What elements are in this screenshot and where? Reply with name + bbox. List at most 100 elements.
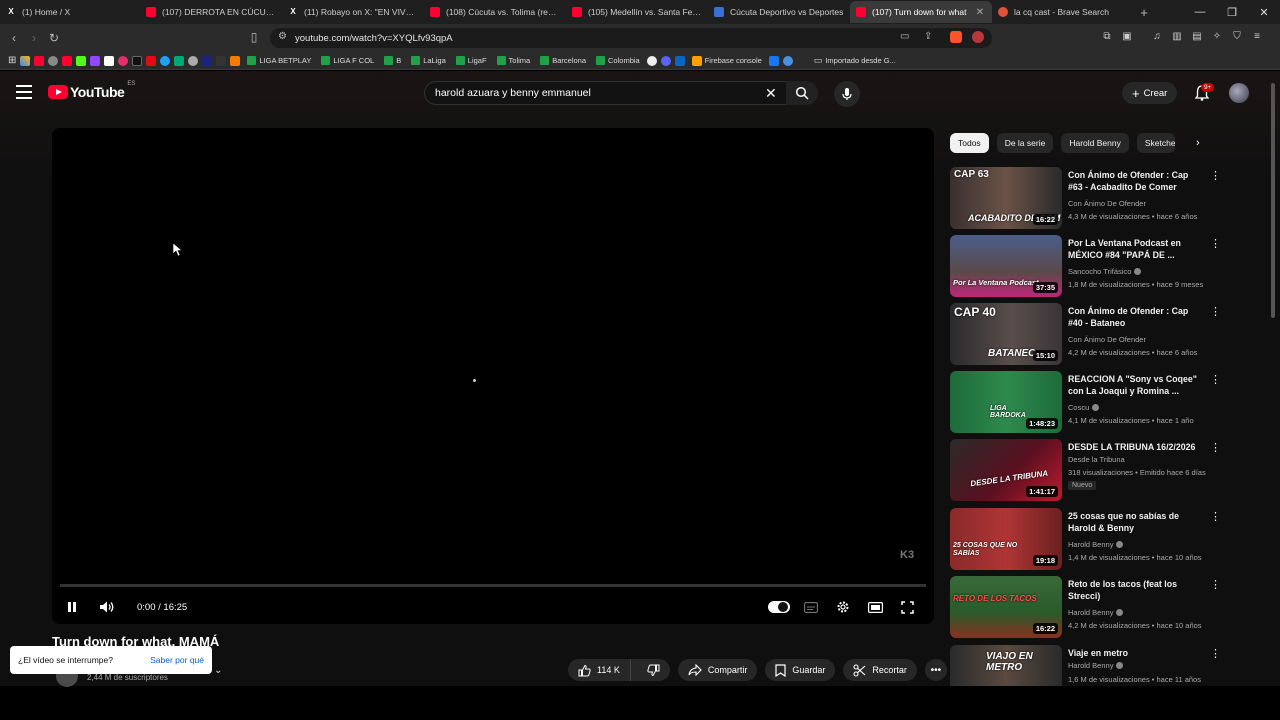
list-item[interactable]: DESDE LA TRIBUNA 1:41:17 DESDE LA TRIBUN…: [950, 439, 1262, 501]
channel-name[interactable]: Sancocho Trifásico: [1068, 267, 1142, 276]
autoplay-toggle[interactable]: [768, 601, 790, 613]
vpn-icon[interactable]: ⛉: [1230, 28, 1244, 46]
bookmark-firebase[interactable]: Firebase console: [689, 55, 765, 66]
bookmark-b[interactable]: B: [381, 56, 404, 65]
bookmark-tolima[interactable]: Tolima: [494, 56, 534, 65]
video-thumbnail[interactable]: RETO DE LOS TACOS 16:22: [950, 576, 1062, 638]
wallet-icon[interactable]: ▤: [1190, 28, 1204, 46]
bookmark-colombia[interactable]: Colombia: [593, 56, 643, 65]
bookmark-favicon-icon[interactable]: [174, 55, 185, 66]
bookmark-favicon-icon[interactable]: [230, 55, 241, 66]
settings-button[interactable]: [834, 598, 852, 616]
bookmark-favicon-icon[interactable]: [76, 55, 87, 66]
video-thumbnail[interactable]: LIGA BARDOKA 1:48:23: [950, 371, 1062, 433]
page-scrollbar[interactable]: [1270, 83, 1276, 667]
discord-icon[interactable]: [660, 55, 671, 66]
facebook-icon[interactable]: [768, 55, 779, 66]
video-title[interactable]: Con Ánimo de Ofender : Cap #63 - Acabadi…: [1068, 169, 1204, 193]
bookmark-ligaf[interactable]: LigaF: [453, 56, 490, 65]
video-player[interactable]: K3 0:00 / 16:25: [52, 128, 934, 624]
channel-name[interactable]: Harold Benny: [1068, 661, 1124, 670]
share-button[interactable]: Compartir: [677, 659, 758, 681]
video-title[interactable]: 25 cosas que no sabías de Harold & Benny: [1068, 510, 1204, 534]
clip-button[interactable]: Recortar: [843, 659, 917, 681]
tab-turn-down-for-what[interactable]: (107) Turn down for what ✕: [850, 1, 992, 23]
subtitles-button[interactable]: [802, 598, 820, 616]
list-item[interactable]: Por La Ventana Podcast 37:35 Por La Vent…: [950, 235, 1262, 297]
create-button[interactable]: + Crear: [1122, 82, 1178, 104]
bookmark-favicon-icon[interactable]: [216, 55, 227, 66]
video-thumbnail[interactable]: VIAJO EN METRO: [950, 645, 1062, 686]
account-avatar[interactable]: [1229, 83, 1249, 103]
channel-watermark[interactable]: K3: [900, 549, 914, 561]
more-vertical-icon[interactable]: ⋮: [1210, 169, 1221, 183]
bookmark-favicon-icon[interactable]: [160, 55, 171, 66]
tab-youtube-medellin[interactable]: (105) Medellín vs. Santa Fe (res: [566, 1, 708, 23]
reload-icon[interactable]: ↻: [44, 31, 64, 45]
more-vertical-icon[interactable]: ⋮: [1210, 647, 1221, 661]
pause-button[interactable]: [63, 598, 81, 616]
extensions-icon[interactable]: ⧉: [1100, 28, 1114, 46]
channel-name[interactable]: Harold Benny: [1068, 608, 1124, 617]
site-info-icon[interactable]: ⚙: [278, 31, 287, 42]
list-item[interactable]: CAP 40 BATANEO 15:10 Con Ánimo de Ofende…: [950, 303, 1262, 365]
scrollbar-thumb[interactable]: [1271, 83, 1275, 318]
bookmark-laliga[interactable]: LaLiga: [408, 56, 449, 65]
list-item[interactable]: RETO DE LOS TACOS 16:22 Reto de los taco…: [950, 576, 1262, 638]
video-thumbnail[interactable]: CAP 40 BATANEO 15:10: [950, 303, 1062, 365]
apps-icon[interactable]: ⊞: [8, 55, 16, 66]
bookmark-favicon-icon[interactable]: [34, 55, 45, 66]
forward-icon[interactable]: ›: [24, 31, 44, 45]
more-vertical-icon[interactable]: ⋮: [1210, 373, 1221, 387]
install-icon[interactable]: ▭: [900, 31, 909, 42]
tab-youtube-cucuta-tolima[interactable]: (108) Cúcuta vs. Tolima (resum: [424, 1, 566, 23]
hamburger-menu-icon[interactable]: [16, 85, 32, 99]
media-icon[interactable]: ♫: [1150, 28, 1164, 46]
chip-de-la-serie[interactable]: De la serie: [996, 133, 1054, 153]
github-icon[interactable]: [646, 55, 657, 66]
video-title[interactable]: Reto de los tacos (feat los Strecci): [1068, 578, 1204, 602]
bookmark-favicon-icon[interactable]: [782, 55, 793, 66]
more-vertical-icon[interactable]: ⋮: [1210, 237, 1221, 251]
list-item[interactable]: CAP 63 ACABADITO DE COM 16:22 Con Ánimo …: [950, 167, 1262, 229]
more-vertical-icon[interactable]: ⋮: [1210, 441, 1221, 455]
channel-name[interactable]: Desde la Tribuna: [1068, 455, 1125, 464]
channel-name[interactable]: Harold Benny: [1068, 540, 1124, 549]
bookmark-favicon-icon[interactable]: [132, 55, 143, 66]
more-vertical-icon[interactable]: ⋮: [1210, 510, 1221, 524]
rewards-icon[interactable]: [972, 31, 984, 43]
maximize-icon[interactable]: ❐: [1216, 6, 1248, 19]
bookmark-favicon-icon[interactable]: [48, 55, 59, 66]
youtube-logo[interactable]: YouTube ES: [48, 81, 135, 100]
bookmark-favicon-icon[interactable]: [188, 55, 199, 66]
bookmark-barcelona[interactable]: Barcelona: [537, 56, 589, 65]
sidebar-icon[interactable]: ▥: [1170, 28, 1184, 46]
bookmark-favicon-icon[interactable]: [202, 55, 213, 66]
bookmark-favicon-icon[interactable]: [62, 55, 73, 66]
tab-x-home[interactable]: X (1) Home / X: [0, 1, 140, 23]
minimize-icon[interactable]: —: [1184, 6, 1216, 19]
learn-why-link[interactable]: Saber por qué: [150, 655, 204, 665]
save-button[interactable]: Guardar: [765, 659, 836, 681]
progress-bar[interactable]: [60, 584, 926, 587]
chip-harold-benny[interactable]: Harold Benny: [1061, 133, 1129, 153]
video-title[interactable]: DESDE LA TRIBUNA 16/2/2026: [1068, 441, 1204, 453]
tab-brave-search[interactable]: la cq cast - Brave Search: [992, 1, 1134, 23]
fullscreen-button[interactable]: [898, 598, 916, 616]
list-item[interactable]: 25 COSAS QUE NO SABÍAS 19:18 25 cosas qu…: [950, 508, 1262, 570]
tab-cucuta-deportivo[interactable]: Cúcuta Deportivo vs Deportes: [708, 1, 850, 23]
back-icon[interactable]: ‹: [4, 31, 24, 45]
chip-todos[interactable]: Todos: [950, 133, 989, 153]
clear-search-icon[interactable]: ✕: [765, 85, 777, 102]
bookmark-favicon-icon[interactable]: [118, 55, 129, 66]
bookmark-liga-f-col[interactable]: LIGA F COL: [318, 56, 377, 65]
video-title[interactable]: REACCION A "Sony vs Coqee" con La Joaqui…: [1068, 373, 1204, 397]
chevron-down-icon[interactable]: ⌄: [214, 665, 228, 679]
dislike-button[interactable]: [637, 659, 670, 681]
voice-search-button[interactable]: [834, 81, 860, 107]
video-thumbnail[interactable]: 25 COSAS QUE NO SABÍAS 19:18: [950, 508, 1062, 570]
brave-shields-icon[interactable]: [950, 31, 962, 43]
more-actions-button[interactable]: •••: [924, 659, 947, 681]
video-thumbnail[interactable]: Por La Ventana Podcast 37:35: [950, 235, 1062, 297]
screenshot-icon[interactable]: ▣: [1120, 28, 1134, 46]
